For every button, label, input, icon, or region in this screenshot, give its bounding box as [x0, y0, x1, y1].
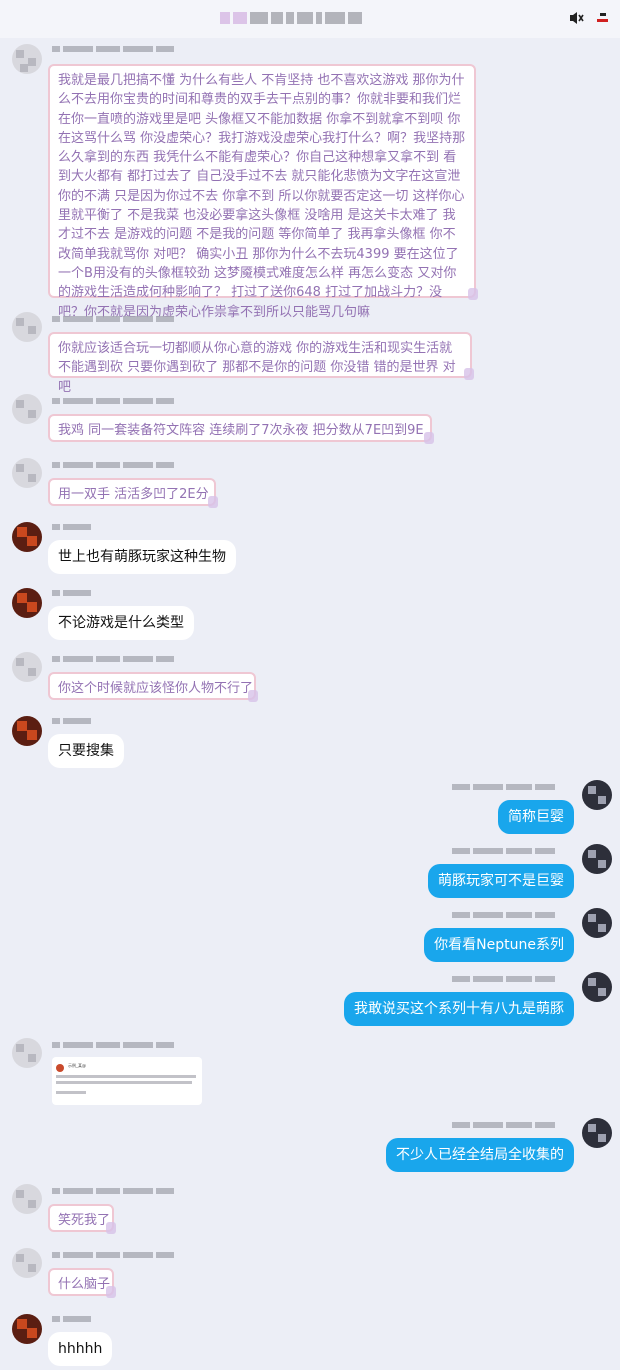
avatar[interactable] — [12, 1248, 42, 1278]
avatar[interactable] — [12, 1184, 42, 1214]
message-bubble[interactable]: 只要搜集 — [48, 734, 124, 768]
sender-name-pixelated — [52, 1188, 174, 1194]
avatar[interactable] — [12, 588, 42, 618]
message-bubble[interactable]: hhhhh — [48, 1332, 113, 1366]
avatar[interactable] — [12, 522, 42, 552]
message-bubble[interactable]: 笑死我了 — [48, 1204, 116, 1234]
message-bubble[interactable]: 你看看Neptune系列 — [424, 928, 574, 962]
sender-name-pixelated — [52, 46, 174, 52]
sender-name-pixelated — [52, 524, 91, 530]
message-bubble[interactable]: 我鸡 同一套装备符文阵容 连续刷了7次永夜 把分数从7E凹到9E — [48, 414, 434, 444]
sender-name-pixelated — [52, 590, 91, 596]
sender-name-pixelated — [52, 718, 91, 724]
message-bubble[interactable]: 你就应该适合玩一切都顺从你心意的游戏 你的游戏生活和现实生活就不能遇到砍 只要你… — [48, 332, 474, 395]
mute-icon[interactable] — [568, 10, 584, 26]
avatar[interactable] — [12, 312, 42, 342]
message-bubble[interactable]: 用一双手 活活多凹了2E分 — [48, 478, 218, 508]
sender-name-pixelated — [452, 848, 555, 854]
sender-name-pixelated — [452, 784, 555, 790]
card-author: 示例_某@ — [68, 1063, 86, 1068]
chat-header — [0, 0, 620, 38]
sender-name-pixelated — [452, 912, 555, 918]
sender-name-pixelated — [452, 1122, 555, 1128]
sender-name-pixelated — [52, 398, 174, 404]
message-bubble[interactable]: 简称巨婴 — [498, 800, 574, 834]
card-text-line — [56, 1081, 192, 1084]
avatar[interactable] — [12, 394, 42, 424]
message-bubble[interactable]: 世上也有萌豚玩家这种生物 — [48, 540, 236, 574]
avatar[interactable] — [12, 458, 42, 488]
message-bubble[interactable]: 我就是最几把搞不懂 为什么有些人 不肯坚持 也不喜欢这游戏 那你为什么不去用你宝… — [48, 64, 478, 320]
sender-name-pixelated — [52, 316, 174, 322]
minimize-icon[interactable] — [594, 10, 610, 26]
avatar[interactable] — [582, 908, 612, 938]
avatar[interactable] — [12, 44, 42, 74]
sender-name-pixelated — [452, 976, 555, 982]
sender-name-pixelated — [52, 1252, 174, 1258]
avatar[interactable] — [582, 972, 612, 1002]
avatar[interactable] — [12, 1038, 42, 1068]
message-bubble[interactable]: 不论游戏是什么类型 — [48, 606, 194, 640]
message-bubble[interactable]: 什么脑子 — [48, 1268, 116, 1298]
avatar[interactable] — [582, 780, 612, 810]
chat-title-pixelated — [220, 10, 380, 26]
card-avatar — [56, 1064, 64, 1072]
message-bubble[interactable]: 萌豚玩家可不是巨婴 — [428, 864, 574, 898]
avatar[interactable] — [12, 716, 42, 746]
sender-name-pixelated — [52, 1042, 174, 1048]
avatar[interactable] — [582, 844, 612, 874]
message-bubble[interactable]: 你这个时候就应该怪你人物不行了 — [48, 672, 258, 702]
card-meta — [56, 1091, 86, 1094]
message-bubble[interactable]: 我敢说买这个系列十有八九是萌豚 — [344, 992, 574, 1026]
sender-name-pixelated — [52, 656, 174, 662]
card-text-line — [56, 1075, 196, 1078]
sender-name-pixelated — [52, 1316, 91, 1322]
sender-name-pixelated — [52, 462, 174, 468]
avatar[interactable] — [12, 1314, 42, 1344]
message-bubble[interactable]: 不少人已经全结局全收集的 — [386, 1138, 574, 1172]
avatar[interactable] — [12, 652, 42, 682]
avatar[interactable] — [582, 1118, 612, 1148]
shared-post-card[interactable]: 示例_某@ — [52, 1057, 202, 1105]
